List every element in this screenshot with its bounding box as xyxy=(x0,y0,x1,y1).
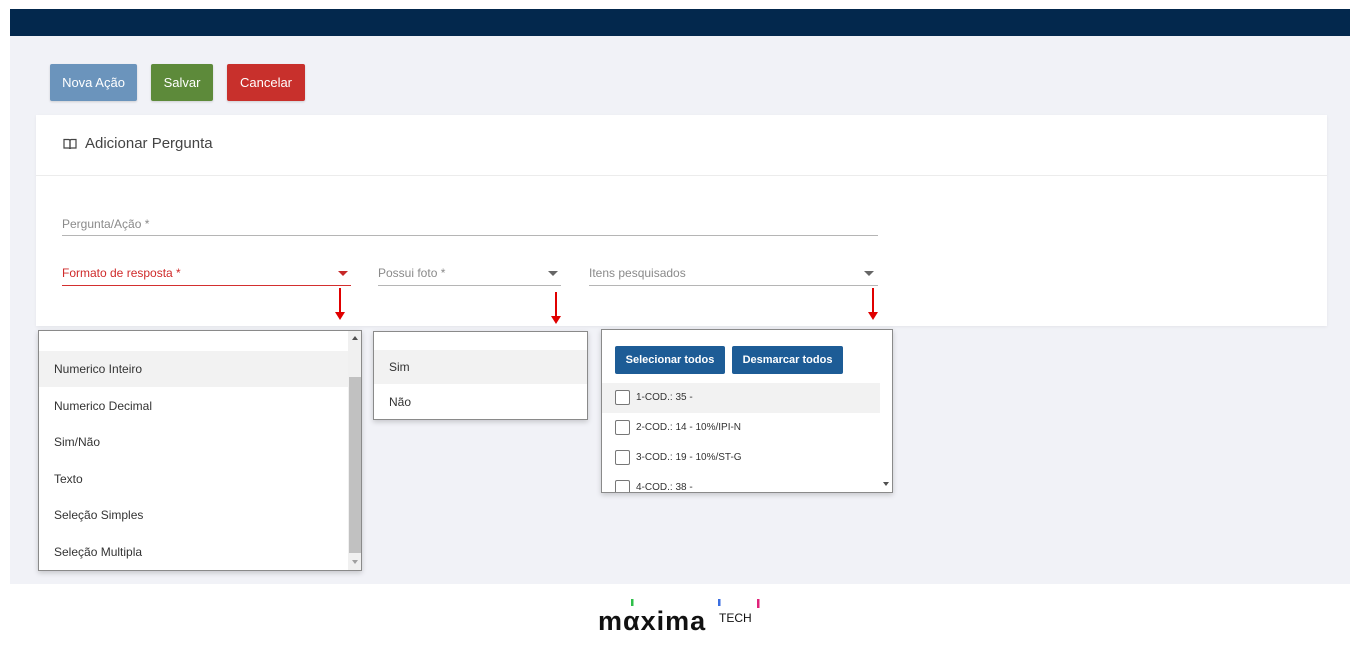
item-label: 1-COD.: 35 - xyxy=(636,392,693,403)
scrollbar-thumb[interactable] xyxy=(349,377,361,553)
formato-resposta-underline xyxy=(62,285,351,286)
scroll-up-icon[interactable] xyxy=(352,336,358,340)
itens-pesquisados-underline xyxy=(589,285,878,286)
pergunta-acao-underline xyxy=(62,235,878,236)
dropdown-scrollbar[interactable] xyxy=(880,330,892,492)
add-question-card: Adicionar Pergunta Pergunta/Ação * Forma… xyxy=(36,115,1327,326)
formato-resposta-dropdown: Numerico Inteiro Numerico Decimal Sim/Nã… xyxy=(38,330,362,571)
scroll-down-icon[interactable] xyxy=(883,482,889,486)
logo-suffix: TECH xyxy=(719,611,752,625)
maxima-tech-logo: mαxima TECH xyxy=(598,599,760,634)
pergunta-acao-field[interactable]: Pergunta/Ação * xyxy=(62,217,149,231)
checkbox[interactable] xyxy=(615,420,630,435)
logo-word: mαxima xyxy=(598,606,706,634)
card-header: Adicionar Pergunta xyxy=(36,115,1327,176)
formato-resposta-select[interactable]: Formato de resposta * xyxy=(62,266,181,280)
deselect-all-button[interactable]: Desmarcar todos xyxy=(732,346,843,374)
possui-foto-select[interactable]: Possui foto * xyxy=(378,266,445,280)
checkbox[interactable] xyxy=(615,480,630,492)
option-sim-nao[interactable]: Sim/Não xyxy=(39,424,348,460)
chevron-down-icon[interactable] xyxy=(338,271,348,276)
itens-pesquisados-select[interactable]: Itens pesquisados xyxy=(589,266,686,280)
list-item[interactable]: 1-COD.: 35 - xyxy=(602,383,880,413)
salvar-button[interactable]: Salvar xyxy=(151,64,213,101)
option-numerico-inteiro[interactable]: Numerico Inteiro xyxy=(39,351,348,387)
possui-foto-underline xyxy=(378,285,561,286)
option-selecao-simples[interactable]: Seleção Simples xyxy=(39,497,348,533)
app-frame: Nova Ação Salvar Cancelar Adicionar Perg… xyxy=(10,9,1350,584)
cancelar-button[interactable]: Cancelar xyxy=(227,64,305,101)
scroll-down-icon[interactable] xyxy=(352,560,358,564)
option-texto[interactable]: Texto xyxy=(39,461,348,497)
card-title: Adicionar Pergunta xyxy=(85,135,213,152)
list-item[interactable]: 2-COD.: 14 - 10%/IPI-N xyxy=(602,413,880,443)
possui-foto-dropdown: Sim Não xyxy=(373,331,588,420)
option-selecao-multipla[interactable]: Seleção Multipla xyxy=(39,534,348,570)
list-item[interactable]: 4-COD.: 38 - xyxy=(602,473,880,493)
book-open-icon xyxy=(63,138,77,150)
dropdown-scrollbar[interactable] xyxy=(348,331,361,570)
option-numerico-decimal[interactable]: Numerico Decimal xyxy=(39,388,348,424)
nova-acao-button[interactable]: Nova Ação xyxy=(50,64,137,101)
top-bar xyxy=(10,9,1350,36)
chevron-down-icon[interactable] xyxy=(548,271,558,276)
option-sim[interactable]: Sim xyxy=(374,350,587,384)
checkbox[interactable] xyxy=(615,450,630,465)
item-label: 2-COD.: 14 - 10%/IPI-N xyxy=(636,422,742,433)
option-nao[interactable]: Não xyxy=(374,385,587,419)
chevron-down-icon[interactable] xyxy=(864,271,874,276)
select-all-button[interactable]: Selecionar todos xyxy=(615,346,725,374)
itens-pesquisados-dropdown: Selecionar todos Desmarcar todos 1-COD.:… xyxy=(601,329,893,493)
item-label: 4-COD.: 38 - xyxy=(636,482,693,493)
item-label: 3-COD.: 19 - 10%/ST-G xyxy=(636,452,742,463)
checkbox[interactable] xyxy=(615,390,630,405)
list-item[interactable]: 3-COD.: 19 - 10%/ST-G xyxy=(602,443,880,473)
